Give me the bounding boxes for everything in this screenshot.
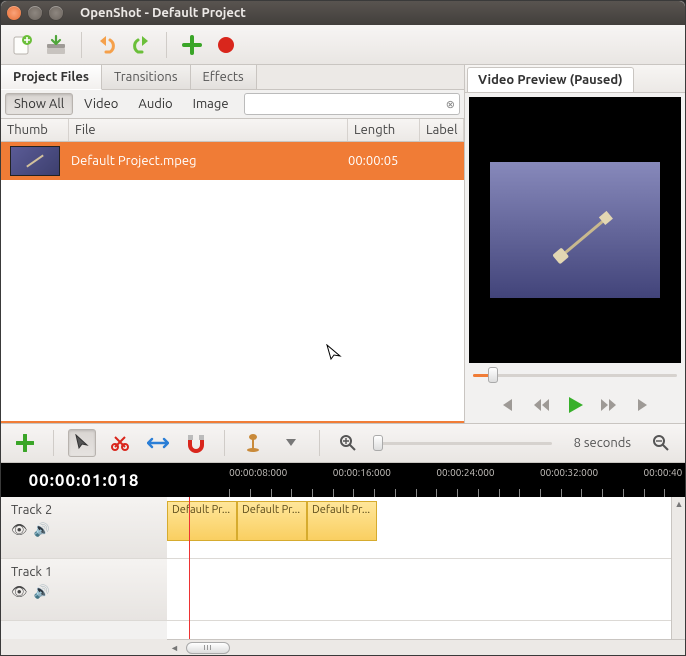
timeline: 00:00:01:018 00:00:08:00000:00:16:00000:… — [1, 463, 685, 655]
file-thumbnail — [10, 146, 60, 176]
track-label[interactable]: Track 2 👁 🔊 — [1, 497, 167, 559]
scroll-up-icon[interactable]: ▲ — [672, 497, 685, 511]
clear-search-icon[interactable]: ⊗ — [446, 98, 455, 111]
filter-show-all[interactable]: Show All — [5, 93, 73, 115]
filter-audio[interactable]: Audio — [129, 93, 181, 115]
track-row[interactable] — [167, 559, 685, 621]
razor-tool-button[interactable] — [106, 429, 134, 457]
zoom-thumb[interactable] — [373, 435, 383, 451]
track-name: Track 2 — [11, 503, 157, 517]
window-minimize-button[interactable] — [28, 6, 42, 20]
ruler-tick: 00:00:32:000 — [540, 467, 598, 478]
export-video-button[interactable] — [213, 32, 239, 58]
track-labels: Track 2 👁 🔊 Track 1 👁 🔊 — [1, 497, 167, 639]
filter-video[interactable]: Video — [75, 93, 127, 115]
filter-image[interactable]: Image — [184, 93, 238, 115]
timeline-toolbar: 8 seconds — [1, 423, 685, 463]
col-thumb[interactable]: Thumb — [1, 119, 69, 141]
add-track-button[interactable] — [11, 429, 39, 457]
seek-thumb[interactable] — [488, 367, 498, 383]
preview-tabs: Video Preview (Paused) — [465, 65, 685, 93]
pointer-tool-button[interactable] — [68, 429, 96, 457]
left-tabs: Project Files Transitions Effects — [1, 65, 464, 90]
zoom-label: 8 seconds — [574, 436, 631, 450]
skip-start-button[interactable] — [496, 394, 518, 416]
redo-button[interactable] — [128, 32, 154, 58]
ruler-tick: 00:00:24:000 — [436, 467, 494, 478]
timeline-ruler[interactable]: 00:00:08:000 00:00:16:000 00:00:24:000 00:0… — [167, 463, 685, 497]
tab-effects[interactable]: Effects — [191, 65, 257, 89]
file-length: 00:00:05 — [348, 154, 420, 168]
filter-row: Show All Video Audio Image ⊗ — [1, 90, 464, 119]
video-preview[interactable] — [469, 97, 681, 363]
track-label[interactable]: Track 1 👁 🔊 — [1, 559, 167, 621]
new-project-button[interactable] — [9, 32, 35, 58]
resize-tool-button[interactable] — [144, 429, 172, 457]
horizontal-scrollbar[interactable]: ◄ — [167, 639, 685, 655]
snap-tool-button[interactable] — [182, 429, 210, 457]
skip-end-button[interactable] — [632, 394, 654, 416]
file-row[interactable]: Default Project.mpeg 00:00:05 — [1, 142, 464, 180]
track-name: Track 1 — [11, 565, 157, 579]
play-button[interactable] — [564, 394, 586, 416]
track-row[interactable]: Default Pr...Default Pr...Default Pr... — [167, 497, 685, 559]
zoom-out-button[interactable] — [647, 429, 675, 457]
save-project-button[interactable] — [43, 32, 69, 58]
col-length[interactable]: Length — [348, 119, 420, 141]
ruler-tick: 00:00:40 — [644, 467, 683, 478]
playhead[interactable] — [189, 497, 190, 639]
vertical-scrollbar[interactable]: ▲ — [671, 497, 685, 639]
file-list-header: Thumb File Length Label — [1, 119, 464, 142]
main-toolbar — [1, 25, 685, 65]
titlebar: OpenShot - Default Project — [1, 1, 685, 25]
file-name: Default Project.mpeg — [69, 154, 348, 168]
window-title: OpenShot - Default Project — [80, 6, 246, 20]
window-close-button[interactable] — [7, 6, 21, 20]
ruler-tick: 00:00:08:000 — [229, 467, 287, 478]
timeline-clip[interactable]: Default Pr... — [237, 501, 307, 541]
ruler-tick: 00:00:16:000 — [333, 467, 391, 478]
speaker-icon[interactable]: 🔊 — [34, 523, 50, 538]
fast-forward-button[interactable] — [598, 394, 620, 416]
window-maximize-button[interactable] — [49, 6, 63, 20]
preview-seek-slider[interactable] — [473, 367, 677, 383]
undo-button[interactable] — [94, 32, 120, 58]
search-input[interactable]: ⊗ — [244, 93, 460, 115]
zoom-in-button[interactable] — [334, 429, 362, 457]
tab-project-files[interactable]: Project Files — [1, 65, 102, 90]
file-list[interactable]: Default Project.mpeg 00:00:05 — [1, 142, 464, 423]
tab-transitions[interactable]: Transitions — [102, 65, 191, 89]
timeline-clip[interactable]: Default Pr... — [307, 501, 377, 541]
preview-frame — [490, 162, 660, 298]
col-file[interactable]: File — [69, 119, 348, 141]
tab-video-preview[interactable]: Video Preview (Paused) — [467, 67, 634, 92]
eye-icon[interactable]: 👁 — [11, 585, 28, 600]
col-label[interactable]: Label — [420, 119, 464, 141]
hscroll-thumb[interactable] — [186, 642, 230, 654]
search-field[interactable] — [245, 97, 459, 111]
track-clip-area[interactable]: Default Pr...Default Pr...Default Pr... — [167, 497, 685, 639]
preview-pane: Video Preview (Paused) — [465, 65, 685, 423]
timeline-clip[interactable]: Default Pr... — [167, 501, 237, 541]
rewind-button[interactable] — [530, 394, 552, 416]
tracks-area: Track 2👁🔊Track 1👁🔊 Default Pr...Default … — [1, 497, 685, 639]
project-files-pane: Project Files Transitions Effects Show A… — [1, 65, 465, 423]
add-marker-button[interactable] — [239, 429, 267, 457]
marker-menu-button[interactable] — [277, 429, 305, 457]
ruler-row: 00:00:01:018 00:00:08:00000:00:16:00000:… — [1, 463, 685, 497]
playback-controls — [465, 387, 685, 423]
import-files-button[interactable] — [179, 32, 205, 58]
eye-icon[interactable]: 👁 — [11, 523, 28, 538]
timecode-display: 00:00:01:018 — [1, 463, 167, 497]
speaker-icon[interactable]: 🔊 — [34, 585, 50, 600]
zoom-slider[interactable] — [378, 442, 552, 445]
